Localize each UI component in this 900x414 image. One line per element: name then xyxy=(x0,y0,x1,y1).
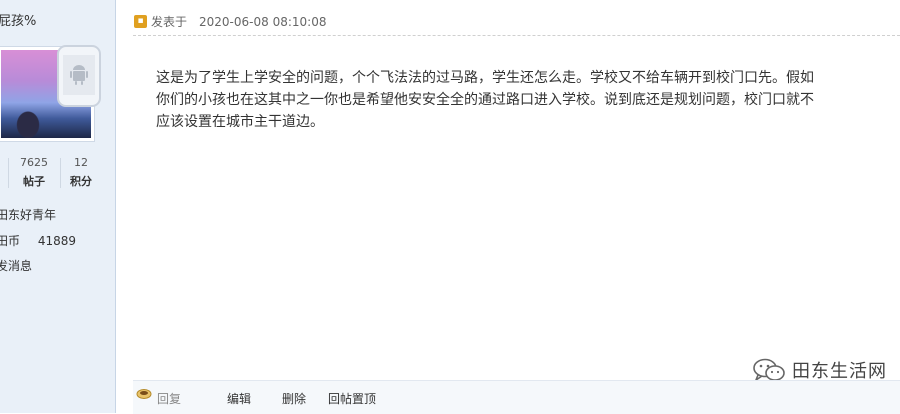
stat-posts-label: 帖子 xyxy=(23,175,45,188)
coins-value: 41889 xyxy=(37,234,77,248)
stat-points[interactable]: 12 积分 xyxy=(62,156,100,189)
post-line: 你们的小孩也在这其中之一你也是希望他安安全全的通过路口进入学校。说到底还是规划问… xyxy=(156,92,814,108)
post-actions-bar: 回复 编辑 删除 回帖置顶 xyxy=(133,380,900,414)
delete-button[interactable]: 删除 xyxy=(282,390,306,407)
header-divider xyxy=(133,35,900,36)
user-group[interactable]: 田东好青年 xyxy=(0,206,56,223)
stat-points-value: 12 xyxy=(74,156,88,169)
online-status-icon: ▪ xyxy=(134,15,147,28)
wechat-icon xyxy=(753,358,785,382)
post-line: 应该设置在城市主干道边。 xyxy=(156,114,324,130)
edit-button[interactable]: 编辑 xyxy=(227,390,251,407)
post-timestamp: 2020-06-08 08:10:08 xyxy=(199,14,327,29)
reply-button[interactable]: 回复 xyxy=(157,390,181,407)
author-stats: 7625 帖子 12 积分 xyxy=(0,156,115,190)
author-sidebar: 屁孩% 7625 帖子 12 积分 田东好青年 田币 4 xyxy=(0,0,116,413)
coins-label: 田币 xyxy=(0,234,21,248)
post-content: 这是为了学生上学安全的问题，个个飞法法的过马路，学生还怎么走。学校又不给车辆开到… xyxy=(156,67,900,133)
post-header: ▪ 发表于 2020-06-08 08:10:08 xyxy=(134,13,326,30)
send-message-link[interactable]: 发消息 xyxy=(0,257,32,274)
posted-label: 发表于 xyxy=(151,15,188,29)
reply-icon xyxy=(136,389,152,399)
android-phone-icon xyxy=(57,45,101,107)
bump-reply-button[interactable]: 回帖置顶 xyxy=(328,390,376,407)
author-username[interactable]: 屁孩% xyxy=(0,10,36,29)
stat-points-label: 积分 xyxy=(70,175,92,188)
stat-posts-value: 7625 xyxy=(20,156,48,169)
stat-posts[interactable]: 7625 帖子 xyxy=(14,156,54,189)
post-line: 这是为了学生上学安全的问题，个个飞法法的过马路，学生还怎么走。学校又不给车辆开到… xyxy=(156,70,814,86)
user-coins: 田币 41889 xyxy=(0,232,76,249)
